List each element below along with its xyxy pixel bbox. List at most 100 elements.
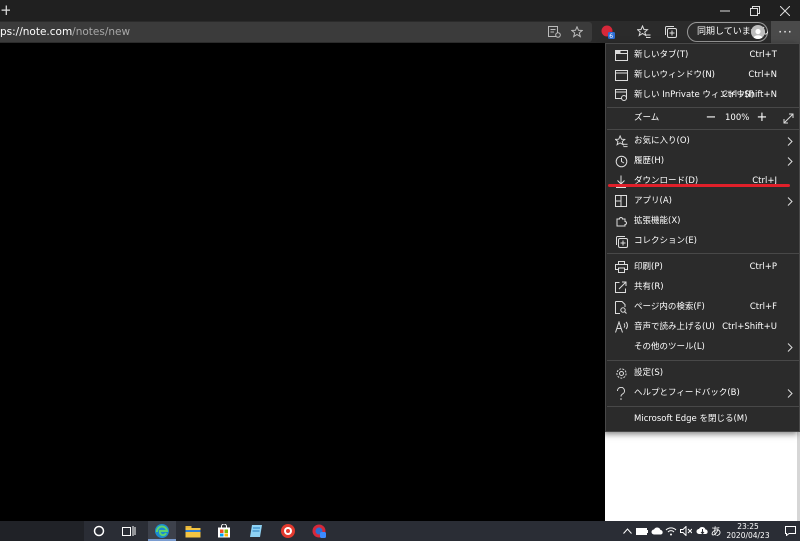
menu-item-apps[interactable]: アプリ(A) [606, 191, 799, 211]
edge-icon[interactable] [154, 523, 170, 539]
menu-shortcut: Ctrl+T [749, 50, 777, 60]
menu-item-new-inprivate[interactable]: 新しい InPrivate ウィンドウ(I) Ctrl+Shift+N [606, 85, 799, 105]
url-path: /notes/new [72, 26, 131, 38]
window-controls [710, 0, 800, 21]
menu-shortcut: Ctrl+F [749, 302, 777, 312]
url-text[interactable]: ps://note.com/notes/new [0, 26, 130, 38]
chevron-right-icon [785, 154, 795, 168]
svg-text:6: 6 [609, 33, 613, 40]
address-bar[interactable]: ps://note.com/notes/new [0, 22, 592, 42]
menu-item-settings[interactable]: 設定(S) [606, 363, 799, 383]
help-icon [614, 386, 628, 400]
browser-toolbar: ps://note.com/notes/new 6 同期していません ··· [0, 21, 800, 43]
menu-item-help[interactable]: ヘルプとフィードバック(B) [606, 383, 799, 403]
minimize-icon[interactable] [710, 0, 740, 21]
zoom-in-button[interactable]: + [751, 108, 773, 128]
menu-separator [607, 406, 799, 407]
new-tab-icon [614, 48, 628, 62]
menu-item-favorites[interactable]: お気に入り(O) [606, 131, 799, 151]
menu-label: アプリ(A) [634, 196, 672, 206]
menu-label: 共有(R) [634, 282, 664, 292]
menu-label: Microsoft Edge を閉じる(M) [634, 414, 748, 424]
menu-item-collections[interactable]: コレクション(E) [606, 231, 799, 251]
menu-separator [607, 253, 799, 254]
history-icon [614, 154, 628, 168]
taskbar: あ 23:25 2020/04/23 [0, 521, 800, 541]
menu-separator [607, 129, 799, 130]
menu-item-print[interactable]: 印刷(P) Ctrl+P [606, 257, 799, 277]
volume-mute-icon[interactable] [680, 524, 692, 538]
clock-time: 23:25 [737, 522, 759, 531]
title-bar: + [0, 0, 800, 21]
url-host: ps://note.com [0, 26, 73, 38]
menu-label: コレクション(E) [634, 236, 698, 246]
taskbar-left-area [0, 521, 84, 541]
restore-icon[interactable] [740, 0, 770, 21]
settings-menu: 新しいタブ(T) Ctrl+T 新しいウィンドウ(N) Ctrl+N 新しい I… [605, 43, 800, 432]
menu-label: ヘルプとフィードバック(B) [634, 388, 740, 398]
menu-separator [607, 360, 799, 361]
menu-item-new-window[interactable]: 新しいウィンドウ(N) Ctrl+N [606, 65, 799, 85]
menu-shortcut: Ctrl+P [749, 262, 777, 272]
favorite-star-icon[interactable] [569, 24, 585, 40]
menu-item-close-edge[interactable]: Microsoft Edge を閉じる(M) [606, 409, 799, 429]
menu-label: 新しいウィンドウ(N) [634, 70, 715, 80]
page-content [0, 43, 605, 521]
menu-shortcut: Ctrl+Shift+N [721, 90, 777, 100]
menu-item-find[interactable]: ページ内の検索(F) Ctrl+F [606, 297, 799, 317]
ime-indicator[interactable]: あ [710, 524, 722, 538]
menu-item-new-tab[interactable]: 新しいタブ(T) Ctrl+T [606, 45, 799, 65]
print-icon [614, 260, 628, 274]
profile-button[interactable]: 同期していません [687, 22, 768, 42]
menu-item-history[interactable]: 履歴(H) [606, 151, 799, 171]
extension-icon[interactable]: 6 [600, 24, 616, 40]
highlight-underline [608, 184, 790, 187]
menu-label: ページ内の検索(F) [634, 302, 705, 312]
zoom-out-button[interactable]: − [700, 108, 722, 128]
menu-label: 設定(S) [634, 368, 664, 378]
notification-icon[interactable] [784, 524, 796, 538]
favorites-bar-icon[interactable] [636, 24, 652, 40]
share-icon [614, 280, 628, 294]
menu-item-downloads[interactable]: ダウンロード(D) Ctrl+J [606, 171, 799, 191]
menu-label: 音声で読み上げる(U) [634, 322, 715, 332]
chevron-up-icon[interactable] [621, 524, 633, 538]
wifi-icon[interactable] [665, 524, 677, 538]
menu-item-share[interactable]: 共有(R) [606, 277, 799, 297]
menu-item-more-tools[interactable]: その他のツール(L) [606, 337, 799, 357]
extensions-icon [614, 214, 628, 228]
avatar [751, 25, 765, 39]
fullscreen-icon[interactable] [777, 108, 799, 128]
store-icon[interactable] [216, 523, 232, 539]
zoom-label: ズーム [634, 113, 660, 123]
chevron-right-icon [785, 386, 795, 400]
close-icon[interactable] [770, 0, 800, 21]
favorites-icon [614, 134, 628, 148]
zoom-level: 100% [725, 113, 750, 123]
onedrive-icon[interactable] [696, 524, 708, 538]
menu-item-zoom: ズーム − 100% + [606, 108, 799, 128]
clock-date: 2020/04/23 [726, 531, 770, 540]
new-tab-button[interactable]: + [0, 1, 10, 19]
app-icon-red[interactable] [280, 523, 296, 539]
system-clock[interactable]: 23:25 2020/04/23 [724, 521, 772, 541]
chevron-right-icon [785, 134, 795, 148]
collections-toolbar-icon[interactable] [663, 24, 679, 40]
new-window-icon [614, 68, 628, 82]
settings-and-more-button[interactable]: ··· [771, 21, 800, 43]
cloud-icon[interactable] [651, 524, 663, 538]
task-view-icon[interactable] [121, 523, 137, 539]
immersive-reader-icon[interactable] [546, 24, 562, 40]
app-icon-browser[interactable] [311, 523, 327, 539]
chevron-right-icon [785, 340, 795, 354]
cortana-icon[interactable] [91, 523, 107, 539]
menu-item-extensions[interactable]: 拡張機能(X) [606, 211, 799, 231]
menu-item-read-aloud[interactable]: 音声で読み上げる(U) Ctrl+Shift+U [606, 317, 799, 337]
file-explorer-icon[interactable] [185, 523, 201, 539]
apps-icon [614, 194, 628, 208]
read-aloud-icon [614, 320, 628, 334]
notepad-icon[interactable] [248, 523, 264, 539]
menu-label: 新しいタブ(T) [634, 50, 689, 60]
battery-icon[interactable] [636, 524, 648, 538]
inprivate-icon [614, 88, 628, 102]
